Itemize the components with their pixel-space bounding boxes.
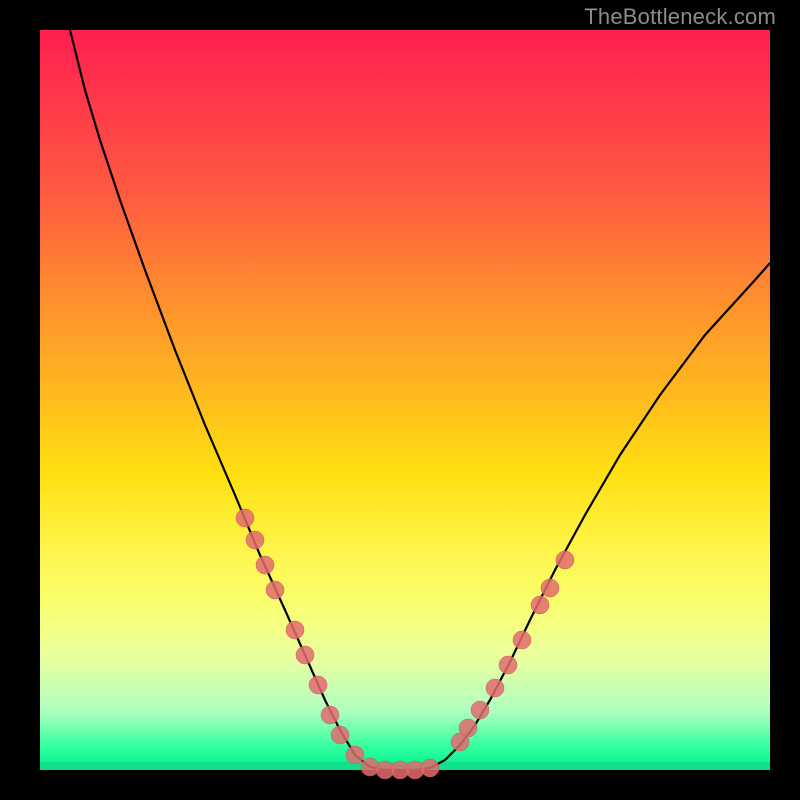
curve-dot xyxy=(266,581,284,599)
curve-dot xyxy=(321,706,339,724)
curve-dot xyxy=(296,646,314,664)
bottleneck-curve xyxy=(70,30,770,770)
curve-dot xyxy=(513,631,531,649)
curve-dots-group xyxy=(236,509,574,779)
curve-dot xyxy=(309,676,327,694)
bottleneck-chart xyxy=(40,30,770,770)
curve-dot xyxy=(246,531,264,549)
curve-dot xyxy=(421,759,439,777)
curve-dot xyxy=(346,746,364,764)
watermark-text: TheBottleneck.com xyxy=(584,4,776,30)
curve-dot xyxy=(256,556,274,574)
curve-dot xyxy=(286,621,304,639)
curve-dot xyxy=(331,726,349,744)
curve-dot xyxy=(541,579,559,597)
curve-dot xyxy=(499,656,517,674)
curve-dot xyxy=(486,679,504,697)
curve-dot xyxy=(531,596,549,614)
curve-dot xyxy=(471,701,489,719)
curve-dot xyxy=(236,509,254,527)
curve-dot xyxy=(459,719,477,737)
curve-dot xyxy=(556,551,574,569)
